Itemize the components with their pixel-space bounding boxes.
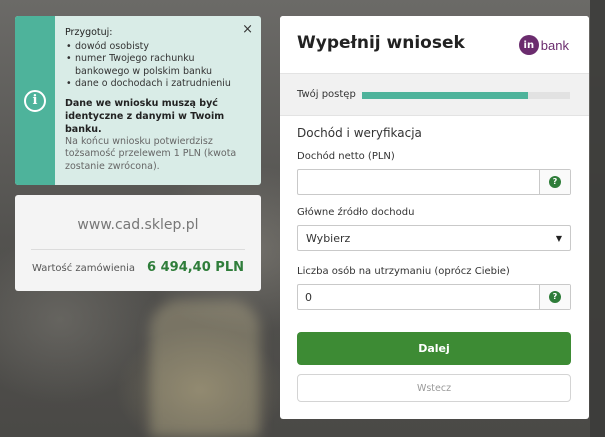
dependents-help-button[interactable]: ? — [539, 285, 570, 309]
dependents-group: ? — [297, 284, 571, 310]
help-icon: ? — [549, 291, 561, 303]
form-header: Wypełnij wniosek in bank — [280, 16, 589, 73]
income-source-value: Wybierz — [306, 231, 351, 245]
income-source-select[interactable]: Wybierz ▼ — [297, 225, 571, 251]
progress-bar — [362, 92, 570, 99]
dependents-input[interactable] — [298, 285, 539, 309]
back-button[interactable]: Wstecz — [297, 374, 571, 402]
divider — [31, 249, 245, 250]
list-item: numer Twojego rachunku bankowego w polsk… — [65, 53, 249, 78]
list-item: dane o dochodach i zatrudnieniu — [65, 78, 249, 91]
order-value-label: Wartość zamówienia — [32, 263, 136, 274]
net-income-label: Dochód netto (PLN) — [297, 151, 395, 162]
help-icon: ? — [549, 176, 561, 188]
brand-mark-icon: in — [518, 35, 539, 55]
order-value-amount: 6 494,40 PLN — [147, 260, 244, 275]
section-title: Dochód i weryfikacja — [297, 126, 422, 140]
dependents-label: Liczba osób na utrzymaniu (oprócz Ciebie… — [297, 266, 510, 277]
net-income-input[interactable] — [298, 170, 539, 194]
progress-fill — [362, 92, 529, 99]
info-icon: i — [24, 89, 46, 112]
brand-logo: in bank — [518, 35, 569, 55]
brand-text: bank — [540, 37, 569, 53]
background-shape — [150, 300, 260, 437]
income-source-label: Główne źródło dochodu — [297, 207, 415, 218]
info-note: Na końcu wniosku potwierdzisz tożsamość … — [65, 135, 237, 172]
info-heading: Przygotuj: — [65, 27, 113, 38]
progress-section: Twój postęp — [280, 73, 589, 116]
info-list: dowód osobisty numer Twojego rachunku ba… — [65, 41, 249, 91]
info-panel: i × Przygotuj: dowód osobisty numer Twoj… — [15, 16, 261, 185]
application-form: Wypełnij wniosek in bank Twój postęp Doc… — [280, 16, 589, 419]
order-summary: www.cad.sklep.pl Wartość zamówienia 6 49… — [15, 195, 261, 291]
info-warning: Dane we wniosku muszą być identyczne z d… — [65, 97, 225, 135]
form-title: Wypełnij wniosek — [297, 33, 465, 53]
progress-label: Twój postęp — [297, 89, 356, 100]
info-body: Przygotuj: dowód osobisty numer Twojego … — [65, 27, 249, 173]
net-income-help-button[interactable]: ? — [539, 170, 570, 194]
store-url: www.cad.sklep.pl — [77, 217, 199, 233]
info-strip: i — [15, 16, 55, 185]
chevron-down-icon: ▼ — [555, 233, 562, 243]
list-item: dowód osobisty — [65, 41, 249, 54]
net-income-group: ? — [297, 169, 571, 195]
next-button[interactable]: Dalej — [297, 332, 571, 365]
background-edge — [590, 0, 605, 437]
